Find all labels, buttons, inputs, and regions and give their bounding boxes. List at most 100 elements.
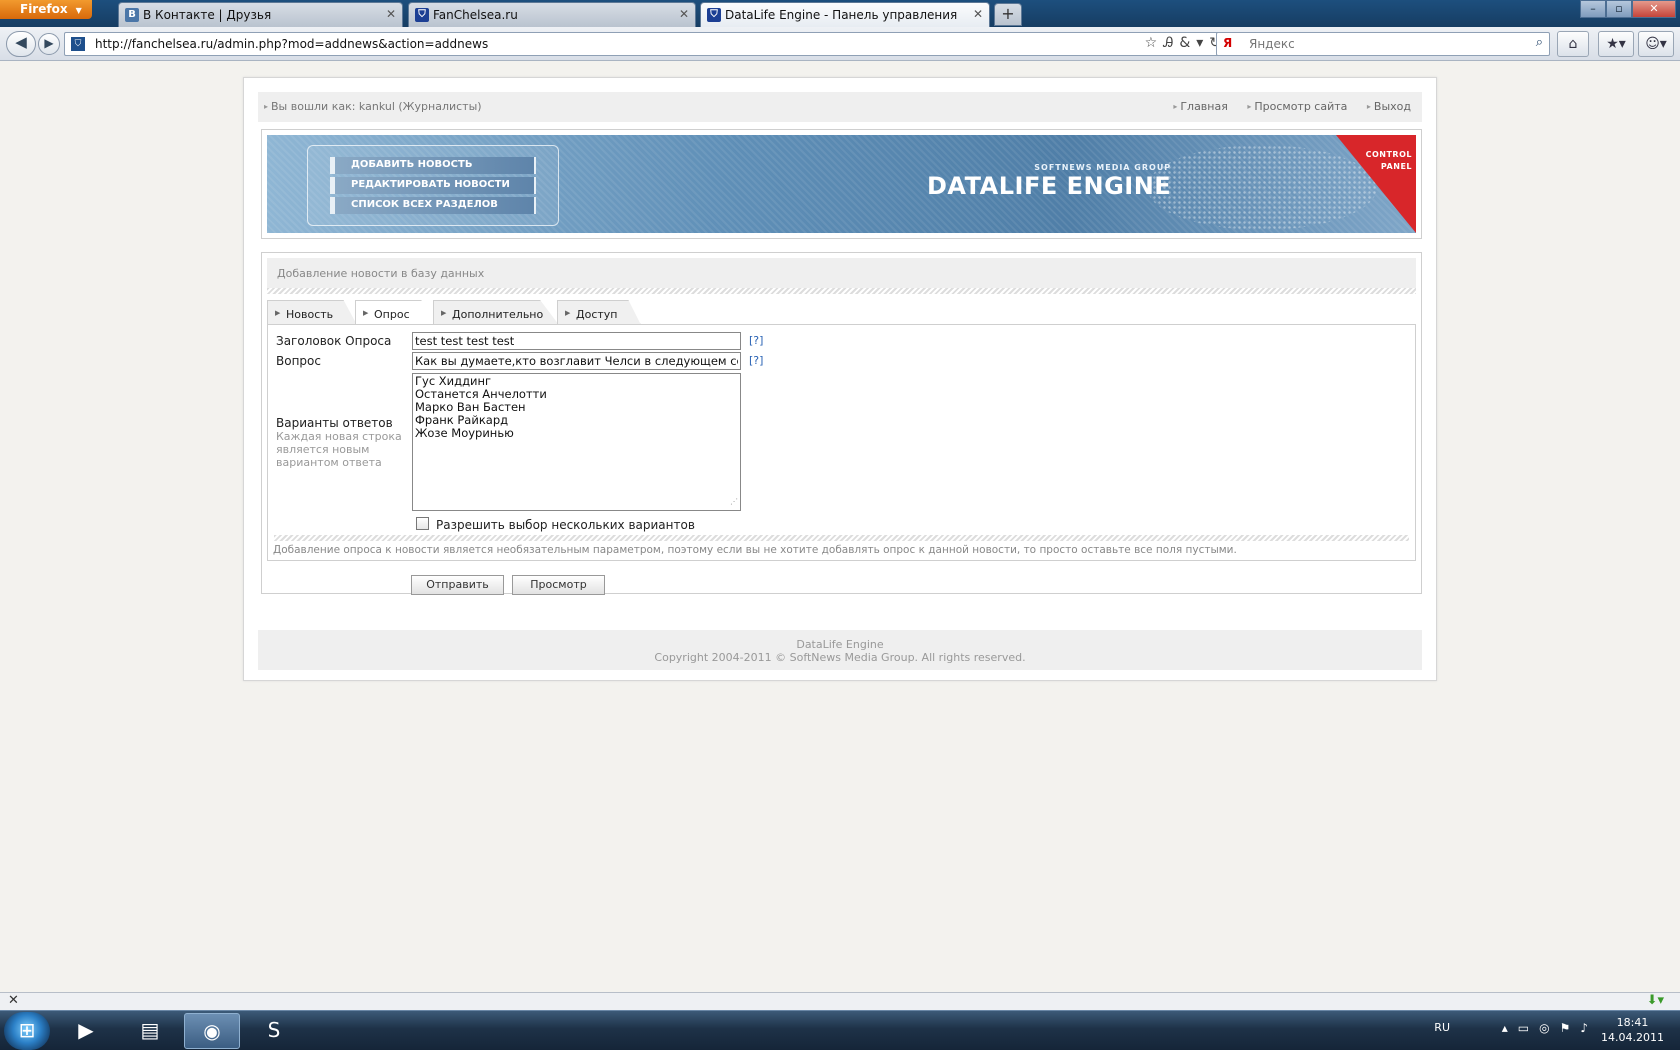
question-input[interactable] [412,352,741,370]
tab-additional-label: Дополнительно [452,308,544,321]
firefox-menu-button[interactable]: Firefox ▼ [0,0,92,19]
explorer-folder-icon[interactable]: ▤ [122,1013,178,1049]
multi-choice-checkbox[interactable] [416,517,429,530]
translate-icon[interactable]: Ꭿ [1163,35,1179,51]
ampersand-icon[interactable]: & [1179,35,1196,51]
poll-title-input[interactable] [412,332,741,350]
preview-button[interactable]: Просмотр [512,575,605,595]
poll-title-label: Заголовок Опроса [276,334,392,348]
browser-tab-datalife[interactable]: ⛉ DataLife Engine - Панель управления ✕ [700,2,990,27]
dropdown-arrow-icon: ▼ [75,6,82,15]
link-home[interactable]: ▸ Главная [1173,100,1228,113]
close-tab-icon[interactable]: ✕ [973,7,983,21]
answers-textarea[interactable]: Гус Хиддинг Останется Анчелотти Марко Ва… [412,373,741,511]
chelsea-icon: ⛉ [415,8,429,22]
tab-poll-label: Опрос [374,308,410,321]
tab-news-label: Новость [286,308,334,321]
back-icon[interactable]: ◀ [6,31,36,57]
admin-page: ▸ Вы вошли как: kankul (Журналисты) ▸ Глав… [243,77,1437,681]
link-view-site[interactable]: ▸ Просмотр сайта [1247,100,1347,113]
menu-add-news[interactable]: ДОБАВИТЬ НОВОСТЬ [330,157,536,174]
question-label: Вопрос [276,354,321,368]
minimize-icon[interactable]: – [1580,0,1606,18]
bullet-icon: ▸ [264,102,269,111]
tray-icons: ▴▭◎⚑♪ [1502,1021,1598,1035]
chelsea-icon: ⛉ [707,8,721,22]
dropdown-arrow-icon[interactable]: ▾ [1196,35,1209,51]
volume-icon[interactable]: ♪ [1580,1021,1598,1035]
menu-all-sections[interactable]: СПИСОК ВСЕХ РАЗДЕЛОВ [330,197,536,214]
tab-title: FanChelsea.ru [433,8,518,22]
search-input[interactable] [1249,35,1509,53]
tab-additional[interactable]: ▶ Дополнительно [433,300,559,325]
form-title: Добавление новости в базу данных [267,258,1416,288]
start-button-icon[interactable]: ⊞ [4,1012,50,1050]
maximize-icon[interactable]: ▫ [1606,0,1632,18]
footer-copyright: Copyright 2004-2011 © SoftNews Media Gro… [654,651,1026,664]
poll-title-help-link[interactable]: [?] [749,334,763,347]
clock[interactable]: 18:41 14.04.2011 [1601,1015,1664,1045]
divider [267,288,1416,294]
bookmarks-icon[interactable]: ★▾ [1598,31,1634,57]
firefox-taskbar-icon[interactable]: ◉ [184,1013,240,1049]
language-indicator[interactable]: RU [1434,1021,1450,1034]
address-bar[interactable]: ⛉ http://fanchelsea.ru/admin.php?mod=add… [64,32,1234,56]
banner-menu: ДОБАВИТЬ НОВОСТЬ РЕДАКТИРОВАТЬ НОВОСТИ С… [307,145,559,226]
tab-poll[interactable]: ▶ Опрос [355,300,433,326]
home-icon[interactable]: ⌂ [1557,31,1589,57]
tab-title: В Контакте | Друзья [143,8,272,22]
addon-icon[interactable]: ☺▾ [1638,31,1674,57]
link-logout[interactable]: ▸ Выход [1367,100,1411,113]
bullet-icon: ▸ [1247,102,1252,111]
close-tab-icon[interactable]: ✕ [679,7,689,21]
page-footer: DataLife Engine Copyright 2004-2011 © So… [258,630,1422,670]
clock-time: 18:41 [1616,1016,1649,1029]
brand-subtitle: SOFTNEWS MEDIA GROUP [1034,163,1172,172]
menu-edit-news[interactable]: РЕДАКТИРОВАТЬ НОВОСТИ [330,177,536,194]
link-logout-label: Выход [1373,100,1411,113]
tab-arrow-icon: ▶ [565,309,571,317]
close-window-icon[interactable]: ✕ [1632,0,1676,18]
vk-icon: В [125,8,139,22]
search-bar[interactable]: Я ⌕ [1216,32,1550,56]
url-text[interactable]: http://fanchelsea.ru/admin.php?mod=addne… [95,37,488,51]
brand-logo: SOFTNEWS MEDIA GROUP DATALIFE ENGINE [927,163,1171,200]
submit-button[interactable]: Отправить [411,575,504,595]
brand-title: DATALIFE ENGINE [927,172,1172,200]
navigation-toolbar: ◀ ▶ ⛉ http://fanchelsea.ru/admin.php?mod… [0,27,1680,61]
poll-form-body: Заголовок Опроса [?] Вопрос [?] Варианты… [267,324,1416,561]
bullet-icon: ▸ [1173,102,1178,111]
close-addon-bar-icon[interactable]: ✕ [8,993,19,1008]
control-panel-banner: ДОБАВИТЬ НОВОСТЬ РЕДАКТИРОВАТЬ НОВОСТИ С… [267,135,1416,233]
tab-arrow-icon: ▶ [363,309,369,317]
forward-icon[interactable]: ▶ [38,33,60,55]
tab-news[interactable]: ▶ Новость [267,300,357,325]
flag-icon[interactable]: ⚑ [1560,1021,1581,1035]
clock-date: 14.04.2011 [1601,1031,1664,1044]
link-view-site-label: Просмотр сайта [1254,100,1348,113]
form-tabs: ▶ Новость ▶ Опрос ▶ Дополнительно ▶ Доступ [267,300,1416,326]
tab-access[interactable]: ▶ Доступ [557,300,641,325]
answers-label: Варианты ответов [276,416,393,430]
bullet-icon: ▸ [1366,102,1371,111]
tab-access-label: Доступ [576,308,618,321]
download-icon[interactable]: ⬇▾ [1647,993,1664,1008]
update-icon[interactable]: ◎ [1539,1021,1559,1035]
windows-taskbar: ⊞ ▶ ▤ ◉ S RU ▴▭◎⚑♪ 18:41 14.04.2011 [0,1010,1680,1050]
browser-tab-fanchelsea[interactable]: ⛉ FanChelsea.ru ✕ [408,2,696,27]
divider [274,535,1409,541]
browser-tab-vk[interactable]: В В Контакте | Друзья ✕ [118,2,403,27]
network-icon[interactable]: ▭ [1518,1021,1539,1035]
new-tab-button[interactable]: + [994,3,1022,26]
browser-status-bar: ✕ ⬇▾ [0,992,1680,1010]
show-hidden-icon[interactable]: ▴ [1502,1021,1518,1035]
yandex-icon[interactable]: Я [1223,36,1232,50]
question-help-link[interactable]: [?] [749,354,763,367]
media-player-icon[interactable]: ▶ [58,1013,114,1049]
search-icon[interactable]: ⌕ [1536,35,1543,50]
resize-grip-icon[interactable]: ⋰ [730,495,738,508]
footer-product: DataLife Engine [796,638,884,651]
close-tab-icon[interactable]: ✕ [386,7,396,21]
skype-icon[interactable]: S [246,1013,302,1049]
bookmark-star-icon[interactable]: ☆ [1145,35,1164,51]
